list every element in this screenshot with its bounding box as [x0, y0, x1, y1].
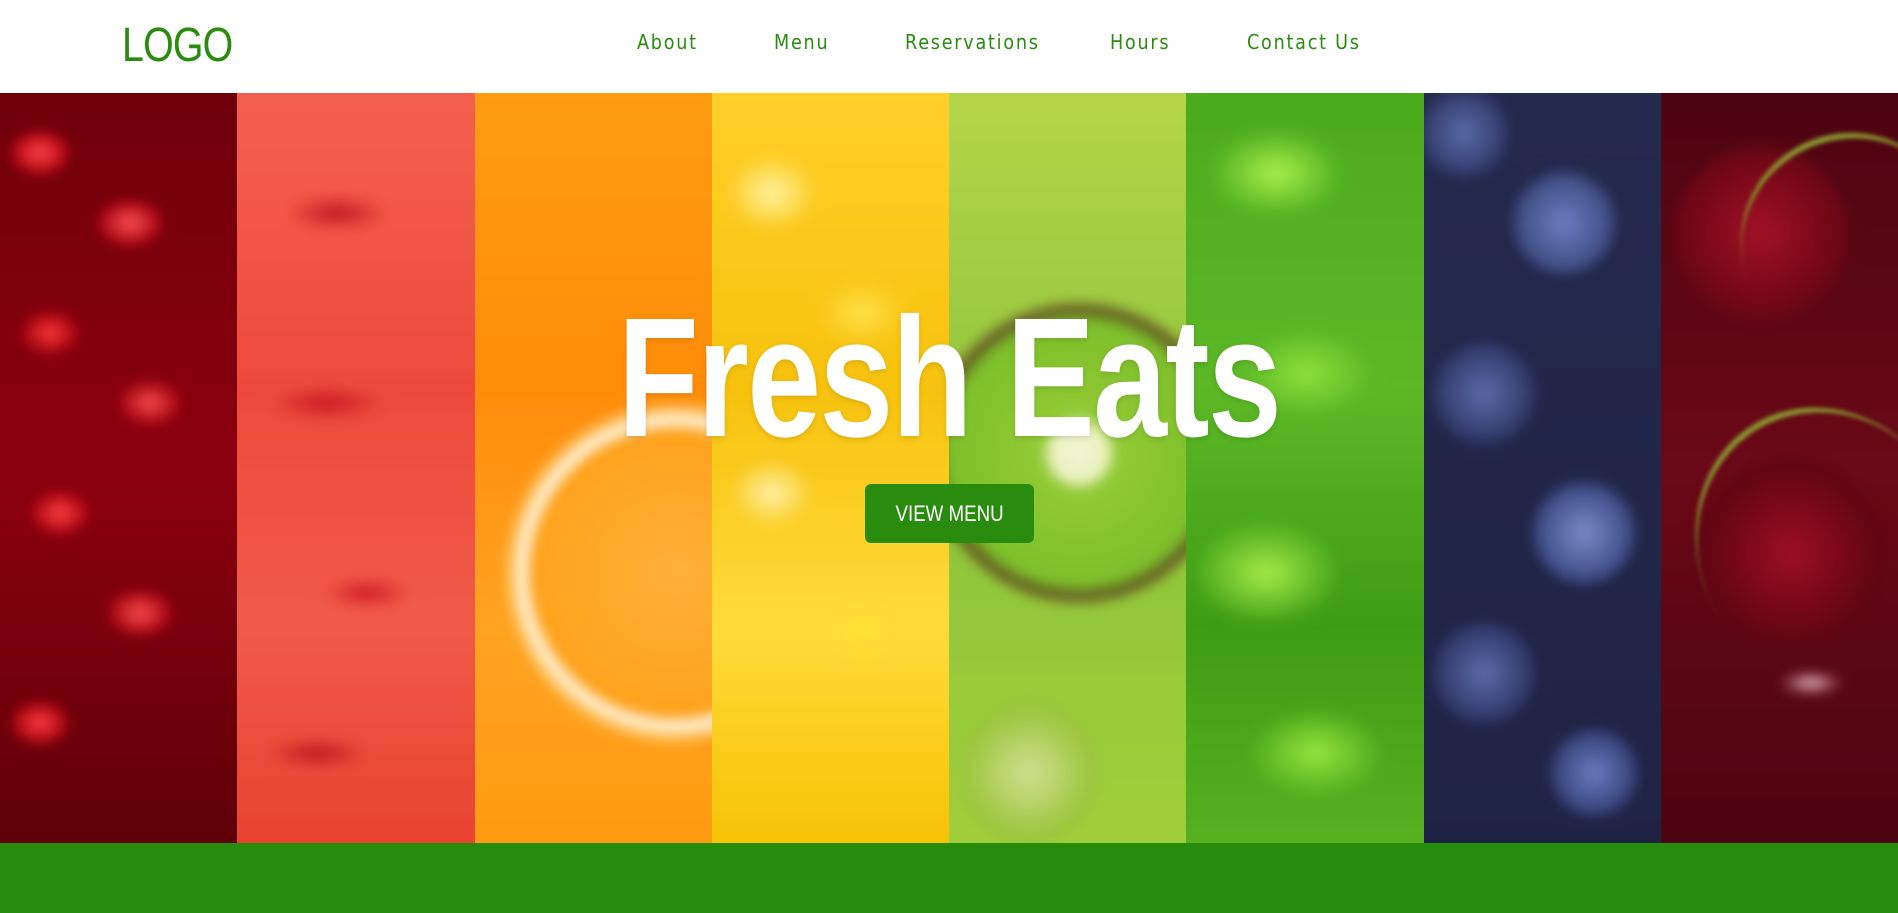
footer-band: [0, 843, 1898, 913]
hero-content: Fresh Eats VIEW MENU: [0, 93, 1898, 843]
view-menu-button[interactable]: VIEW MENU: [865, 484, 1034, 543]
nav-link-contact-us[interactable]: Contact Us: [1247, 30, 1361, 54]
nav-item-about: About: [637, 30, 706, 54]
nav-item-contact-us: Contact Us: [1247, 30, 1376, 54]
nav-link-reservations[interactable]: Reservations: [905, 30, 1040, 54]
nav-link-hours[interactable]: Hours: [1110, 30, 1170, 54]
nav-item-hours: Hours: [1110, 30, 1179, 54]
site-header: LOGO About Menu Reservations Hours Conta…: [0, 0, 1898, 93]
view-menu-label: VIEW MENU: [895, 500, 1004, 526]
nav-link-about[interactable]: About: [637, 30, 698, 54]
hero-title: Fresh Eats: [617, 283, 1282, 473]
nav-item-reservations: Reservations: [905, 30, 1058, 54]
logo-link[interactable]: LOGO: [122, 18, 233, 73]
nav-item-menu: Menu: [774, 30, 837, 54]
nav-link-menu[interactable]: Menu: [774, 30, 829, 54]
